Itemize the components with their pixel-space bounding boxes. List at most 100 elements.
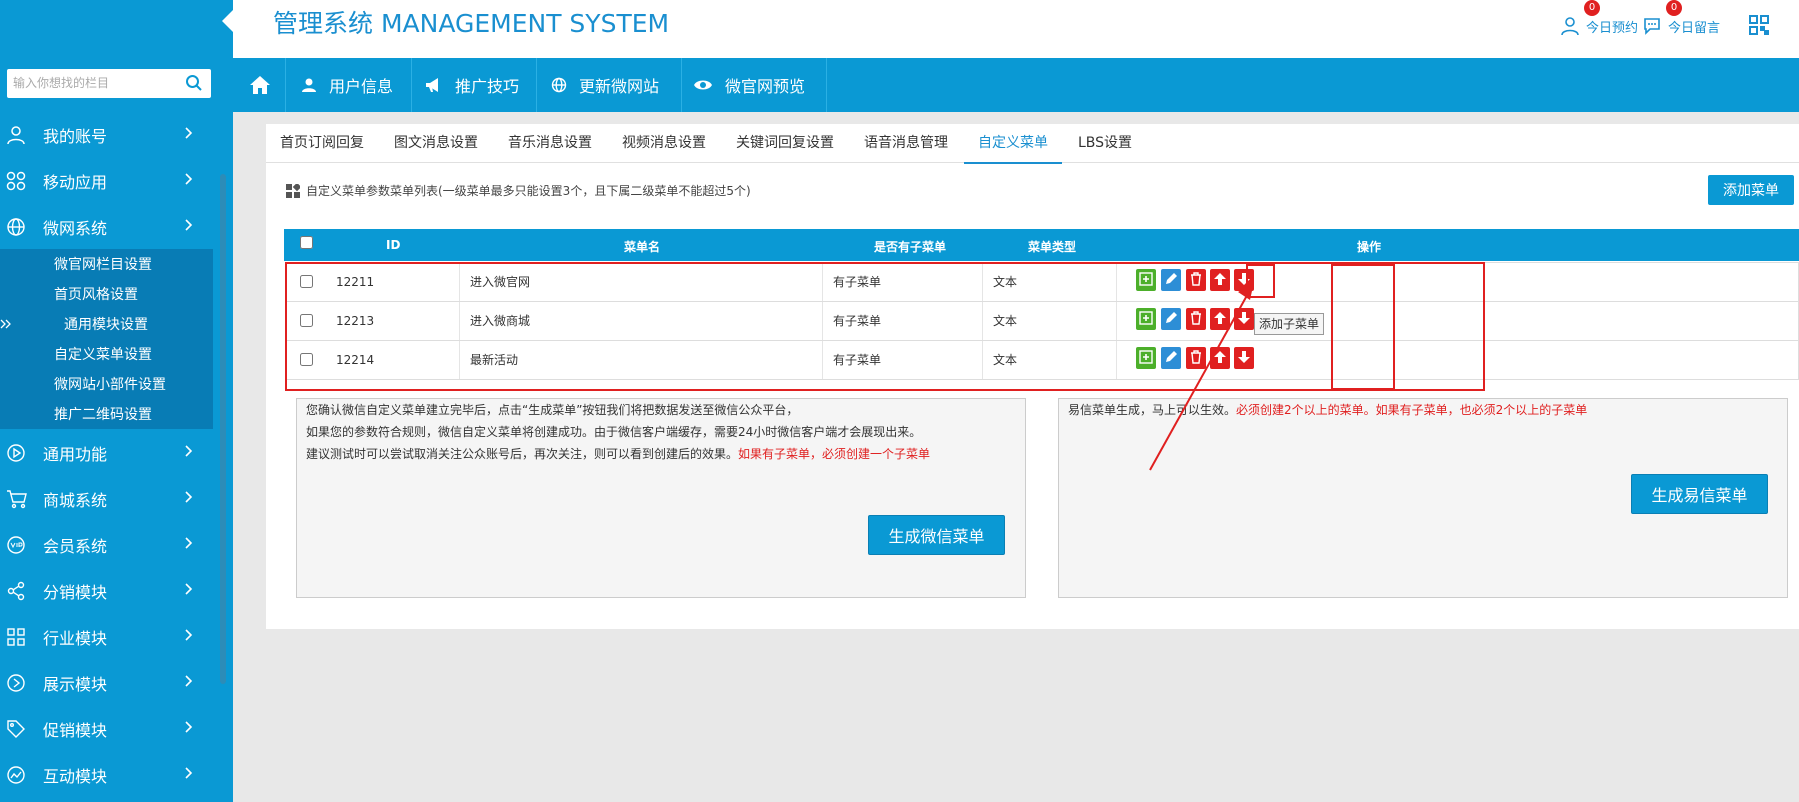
sidebar-scrollbar[interactable] bbox=[220, 174, 226, 684]
chevron-right-icon bbox=[185, 445, 193, 457]
sidebar-item-distribution[interactable]: 分销模块 bbox=[0, 567, 213, 613]
vip-icon bbox=[6, 535, 26, 555]
chevron-right-icon bbox=[185, 767, 193, 779]
wechat-menu-panel: 您确认微信自定义菜单建立完毕后，点击“生成菜单”按钮我们将把数据发送至微信公众平… bbox=[296, 398, 1026, 598]
submenu: 微官网栏目设置 首页风格设置 通用模块设置 自定义菜单设置 微网站小部件设置 推… bbox=[0, 249, 213, 429]
col-header-ops: 操作 bbox=[1357, 240, 1382, 254]
tab-voice-messages[interactable]: 语音消息管理 bbox=[864, 124, 948, 162]
grid-icon bbox=[6, 627, 26, 647]
nav-divider bbox=[285, 58, 286, 112]
highlight-add-sub-box bbox=[1246, 264, 1275, 298]
nav-divider bbox=[411, 58, 412, 112]
tag-icon bbox=[6, 719, 26, 739]
add-submenu-tooltip: 添加子菜单 bbox=[1254, 313, 1325, 335]
appointments-badge: 0 bbox=[1584, 0, 1600, 16]
submenu-item-qrcode[interactable]: 推广二维码设置 bbox=[54, 404, 152, 424]
sidebar-item-label: 会员系统 bbox=[43, 537, 108, 556]
sidebar-item-mall[interactable]: 商城系统 bbox=[0, 475, 213, 521]
chevron-right-icon bbox=[185, 173, 193, 185]
nav-tab-user-info[interactable]: 用户信息 bbox=[301, 58, 393, 112]
play-icon bbox=[6, 443, 26, 463]
nav-divider bbox=[536, 58, 537, 112]
sidebar-item-label: 商城系统 bbox=[43, 491, 108, 510]
tab-lbs-settings[interactable]: LBS设置 bbox=[1078, 124, 1132, 162]
generate-yixin-menu-button[interactable]: 生成易信菜单 bbox=[1631, 474, 1768, 514]
sidebar-item-common-functions[interactable]: 通用功能 bbox=[0, 429, 213, 475]
sidebar-item-micro-site[interactable]: 微网系统 bbox=[0, 203, 213, 249]
submenu-item-site-columns[interactable]: 微官网栏目设置 bbox=[54, 254, 152, 274]
add-menu-button[interactable]: 添加菜单 bbox=[1708, 175, 1794, 205]
qrcode-icon bbox=[1748, 14, 1770, 36]
today-messages-link[interactable]: 0 今日留言 bbox=[1642, 0, 1721, 38]
widget-icon bbox=[286, 183, 306, 198]
col-header-has-sub: 是否有子菜单 bbox=[874, 240, 947, 254]
globe-icon bbox=[551, 77, 567, 93]
col-header-name: 菜单名 bbox=[624, 240, 661, 254]
home-icon bbox=[249, 75, 271, 95]
nav-tab-promo-tips[interactable]: 推广技巧 bbox=[425, 58, 519, 112]
home-button[interactable] bbox=[245, 58, 275, 112]
sidebar-item-label: 移动应用 bbox=[43, 173, 108, 192]
generate-wechat-menu-button[interactable]: 生成微信菜单 bbox=[868, 515, 1005, 555]
search-icon[interactable] bbox=[185, 74, 203, 92]
sidebar-item-interaction[interactable]: 互动模块 bbox=[0, 751, 213, 797]
chevron-right-icon bbox=[185, 675, 193, 687]
submenu-item-home-style[interactable]: 首页风格设置 bbox=[54, 284, 138, 304]
chevron-right-icon bbox=[185, 127, 193, 139]
search-input[interactable] bbox=[13, 73, 177, 93]
sidebar-item-mobile-apps[interactable]: 移动应用 bbox=[0, 157, 213, 203]
user-icon bbox=[6, 125, 26, 145]
submenu-item-widgets[interactable]: 微网站小部件设置 bbox=[54, 374, 166, 394]
chevron-right-icon bbox=[185, 219, 193, 231]
sidebar-item-display[interactable]: 展示模块 bbox=[0, 659, 213, 705]
sidebar-item-label: 分销模块 bbox=[43, 583, 108, 602]
nav-tab-preview[interactable]: 微官网预览 bbox=[693, 58, 805, 112]
sidebar-item-account[interactable]: 我的账号 bbox=[0, 111, 213, 157]
sidebar-item-members[interactable]: 会员系统 bbox=[0, 521, 213, 567]
wechat-warning-text: 如果有子菜单，必须创建一个子菜单 bbox=[738, 447, 931, 461]
user-icon bbox=[1560, 16, 1580, 36]
chevron-right-icon bbox=[185, 583, 193, 595]
tab-keyword-reply[interactable]: 关键词回复设置 bbox=[736, 124, 834, 162]
tab-video-settings[interactable]: 视频消息设置 bbox=[622, 124, 706, 162]
col-header-type: 菜单类型 bbox=[1028, 240, 1077, 254]
select-all-checkbox[interactable] bbox=[300, 236, 313, 249]
chevron-right-icon bbox=[185, 537, 193, 549]
nav-divider bbox=[681, 58, 682, 112]
wechat-info-text: 建议测试时可以尝试取消关注公众账号后，再次关注，则可以看到创建后的效果。 bbox=[306, 447, 739, 461]
tab-home-reply[interactable]: 首页订阅回复 bbox=[280, 124, 364, 162]
top-nav: 用户信息 推广技巧 更新微网站 微官网预览 bbox=[233, 58, 1799, 112]
sidebar-item-label: 展示模块 bbox=[43, 675, 108, 694]
nav-tab-label: 用户信息 bbox=[329, 77, 394, 96]
nav-divider bbox=[826, 58, 827, 112]
sidebar-item-industry[interactable]: 行业模块 bbox=[0, 613, 213, 659]
app-title: 管理系统 MANAGEMENT SYSTEM bbox=[273, 9, 670, 38]
menu-list-info-text: 自定义菜单参数菜单列表(一级菜单最多只能设置3个，且下属二级菜单不能超过5个) bbox=[306, 184, 751, 198]
nav-tab-label: 推广技巧 bbox=[455, 77, 520, 96]
qrcode-button[interactable] bbox=[1748, 14, 1770, 36]
logo-area bbox=[0, 0, 233, 58]
nav-tab-label: 更新微网站 bbox=[579, 77, 660, 96]
sidebar-item-promotion[interactable]: 促销模块 bbox=[0, 705, 213, 751]
nav-tab-label: 微官网预览 bbox=[725, 77, 806, 96]
messages-badge: 0 bbox=[1666, 0, 1682, 16]
yixin-warning-text: 必须创建2个以上的菜单。如果有子菜单，也必须2个以上的子菜单 bbox=[1236, 403, 1588, 417]
menu-list-info: 自定义菜单参数菜单列表(一级菜单最多只能设置3个，且下属二级菜单不能超过5个) bbox=[286, 182, 751, 199]
today-appointments-link[interactable]: 0 今日预约 bbox=[1560, 0, 1638, 38]
submenu-item-common-modules[interactable]: 通用模块设置 bbox=[64, 314, 148, 334]
sidebar-item-label: 我的账号 bbox=[43, 127, 108, 146]
chevron-right-icon bbox=[185, 721, 193, 733]
nav-tab-update-site[interactable]: 更新微网站 bbox=[551, 58, 659, 112]
share-icon bbox=[6, 581, 26, 601]
chevron-right-icon bbox=[185, 491, 193, 503]
messages-label: 今日留言 bbox=[1668, 20, 1721, 36]
wechat-info-line: 建议测试时可以尝试取消关注公众账号后，再次关注，则可以看到创建后的效果。如果有子… bbox=[306, 443, 930, 465]
sidebar-item-label: 互动模块 bbox=[43, 767, 108, 786]
chart-icon bbox=[6, 765, 26, 785]
submenu-item-custom-menu[interactable]: 自定义菜单设置 bbox=[54, 344, 152, 364]
col-header-id: ID bbox=[386, 238, 401, 252]
tab-news-settings[interactable]: 图文消息设置 bbox=[394, 124, 478, 162]
tab-music-settings[interactable]: 音乐消息设置 bbox=[508, 124, 592, 162]
tab-custom-menu[interactable]: 自定义菜单 bbox=[964, 124, 1062, 164]
yixin-info-text: 易信菜单生成，马上可以生效。 bbox=[1068, 403, 1237, 417]
